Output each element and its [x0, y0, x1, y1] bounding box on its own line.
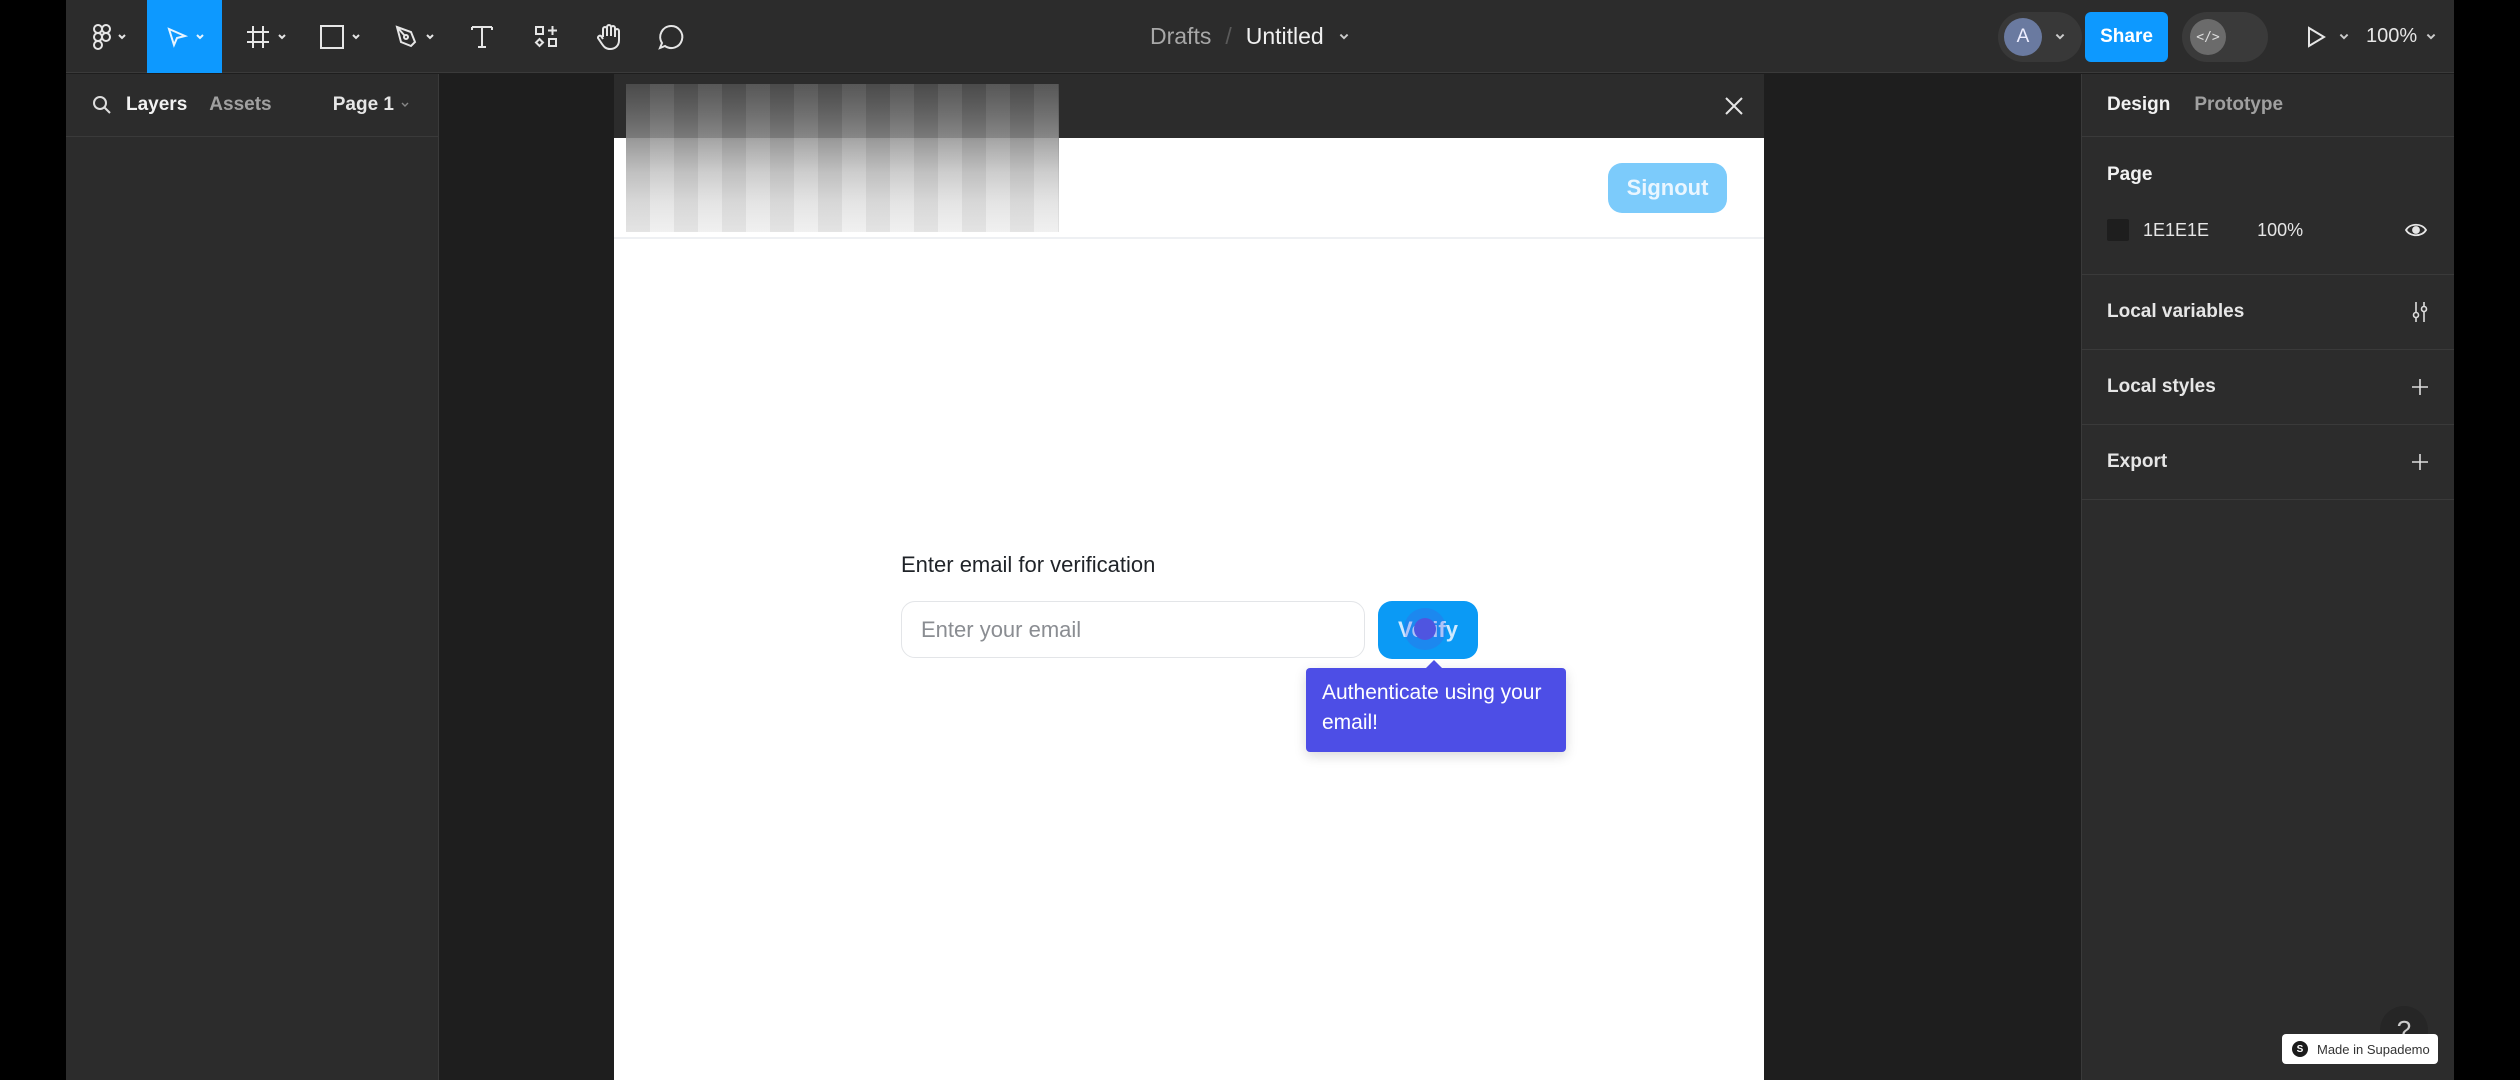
- dev-mode-toggle[interactable]: </>: [2182, 12, 2268, 62]
- text-tool-button[interactable]: [457, 0, 507, 73]
- page-section: Page 1E1E1E 100%: [2082, 137, 2454, 275]
- close-icon[interactable]: [1720, 92, 1748, 120]
- pen-tool-button[interactable]: [384, 0, 444, 73]
- present-button[interactable]: [2304, 0, 2350, 73]
- chevron-down-icon[interactable]: [1338, 31, 1350, 43]
- properties-tabs: Design Prototype: [2082, 74, 2454, 137]
- tab-layers[interactable]: Layers: [126, 94, 187, 116]
- chevron-down-icon: [426, 33, 434, 39]
- chevron-down-icon: [195, 33, 204, 39]
- move-tool-button[interactable]: [147, 0, 222, 73]
- plus-icon[interactable]: [2410, 377, 2430, 397]
- page-color-row: 1E1E1E 100%: [2107, 215, 2427, 245]
- zoom-selector[interactable]: 100%: [2366, 0, 2437, 73]
- chevron-down-icon: [2426, 33, 2436, 40]
- local-variables-label: Local variables: [2107, 301, 2245, 322]
- text-icon: [471, 25, 493, 48]
- sliders-icon[interactable]: [2410, 300, 2430, 324]
- frame-hash-icon: [247, 25, 269, 48]
- click-indicator: [1414, 618, 1436, 640]
- supademo-badge[interactable]: S Made in Supademo: [2282, 1034, 2438, 1064]
- supademo-badge-label: Made in Supademo: [2317, 1041, 2430, 1057]
- code-icon: </>: [2190, 19, 2226, 55]
- breadcrumb-separator: /: [1225, 23, 1232, 49]
- plus-icon[interactable]: [2410, 452, 2430, 472]
- local-styles-label: Local styles: [2107, 376, 2216, 397]
- figma-logo-icon: [93, 23, 111, 50]
- chevron-down-icon: [401, 102, 409, 107]
- file-breadcrumb: Drafts / Untitled: [1150, 0, 1350, 73]
- comment-icon: [658, 24, 684, 50]
- chevron-down-icon: [278, 33, 286, 39]
- cursor-arrow-icon: [166, 26, 188, 48]
- hand-icon: [597, 23, 620, 50]
- shape-tool-button[interactable]: [310, 0, 370, 73]
- rectangle-icon: [320, 24, 344, 49]
- page-selector[interactable]: Page 1: [333, 94, 410, 116]
- local-variables-section: Local variables: [2082, 275, 2454, 350]
- chevron-down-icon: [2055, 33, 2065, 40]
- tooltip: Authenticate using your email!: [1306, 660, 1566, 752]
- chevron-down-icon: [352, 33, 360, 39]
- play-icon: [2308, 25, 2326, 48]
- user-menu[interactable]: A: [1998, 12, 2082, 62]
- frame-header: Signout: [614, 84, 1764, 239]
- layers-panel: Layers Assets Page 1: [66, 74, 439, 1080]
- export-label: Export: [2107, 451, 2168, 472]
- frame-tool-button[interactable]: [236, 0, 296, 73]
- export-section: Export: [2082, 425, 2454, 500]
- pen-icon: [395, 24, 417, 47]
- properties-panel: Design Prototype Page 1E1E1E 100% Local …: [2081, 74, 2454, 1080]
- chevron-down-icon: [2339, 33, 2349, 40]
- file-title[interactable]: Untitled: [1246, 23, 1324, 50]
- signout-button[interactable]: Signout: [1608, 163, 1727, 213]
- zoom-level: 100%: [2366, 25, 2418, 47]
- canvas[interactable]: Signout Enter email for verification Ver…: [440, 74, 2081, 1080]
- resources-tool-button[interactable]: [521, 0, 571, 73]
- color-swatch[interactable]: [2107, 219, 2129, 241]
- chevron-down-icon: [118, 33, 126, 39]
- figma-app: Drafts / Untitled A Share </> 100% Layer…: [66, 0, 2454, 1080]
- avatar: A: [2004, 18, 2042, 56]
- tab-assets[interactable]: Assets: [209, 94, 271, 116]
- share-button[interactable]: Share: [2085, 12, 2168, 62]
- verification-label: Enter email for verification: [901, 552, 1156, 577]
- page-selector-label: Page 1: [332, 94, 394, 115]
- app-frame: Signout Enter email for verification Ver…: [614, 84, 1764, 1080]
- tab-design[interactable]: Design: [2107, 94, 2170, 116]
- comment-tool-button[interactable]: [646, 0, 696, 73]
- page-color-opacity[interactable]: 100%: [2257, 220, 2303, 241]
- search-icon[interactable]: [92, 95, 112, 115]
- hand-tool-button[interactable]: [584, 0, 634, 73]
- breadcrumb-drafts[interactable]: Drafts: [1150, 23, 1211, 50]
- components-icon: [534, 25, 557, 47]
- page-color-hex[interactable]: 1E1E1E: [2143, 220, 2209, 241]
- main-menu-button[interactable]: [80, 0, 140, 73]
- top-toolbar: Drafts / Untitled A Share </> 100%: [66, 0, 2454, 73]
- eye-icon[interactable]: [2405, 222, 2427, 238]
- local-styles-section: Local styles: [2082, 350, 2454, 425]
- page-section-title: Page: [2107, 164, 2153, 185]
- tab-prototype[interactable]: Prototype: [2194, 94, 2283, 116]
- email-input[interactable]: [901, 601, 1365, 658]
- layers-panel-header: Layers Assets Page 1: [66, 74, 438, 137]
- blurred-logo: [626, 84, 1059, 232]
- supademo-logo-icon: S: [2292, 1041, 2308, 1057]
